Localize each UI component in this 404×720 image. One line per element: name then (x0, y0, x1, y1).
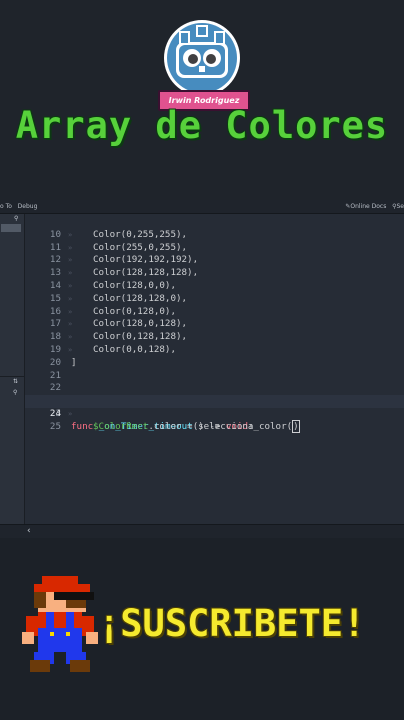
code-line: 10» Color(0,255,255), (49, 228, 188, 240)
godot-logo: Irwin Rodriguez (150, 18, 254, 111)
selected-script-item[interactable] (1, 224, 21, 232)
code-line: 16» Color(0,128,0), (49, 305, 176, 317)
code-line: 17» Color(128,0,128), (49, 318, 188, 330)
chevron-left-icon[interactable]: ‹ (27, 526, 31, 536)
code-line: 22 (49, 382, 61, 394)
mario-pixel-icon (22, 576, 98, 672)
search-help-button[interactable]: Se (397, 203, 404, 210)
code-line: 11» Color(255,0,255), (49, 241, 188, 253)
sort-methods-icon[interactable]: ⇅ (13, 378, 18, 385)
code-editor[interactable]: 10» Color(0,255,255), 11» Color(255,0,255)… (25, 214, 404, 524)
video-title: Array de Colores (15, 104, 389, 147)
debug-menu[interactable]: Debug (18, 203, 38, 210)
panel-divider (0, 376, 24, 377)
filter-scripts-icon[interactable]: ⚲ (14, 215, 18, 222)
subscribe-text: ¡SUSCRIBETE! (98, 602, 366, 645)
code-line: 18» Color(0,128,128), (49, 331, 188, 343)
code-line-current: 24» $ColorRect.color = selecciona_color(… (25, 395, 404, 433)
code-line: 21 (49, 369, 61, 381)
go-to-menu[interactable]: o To (0, 203, 12, 210)
script-list-panel: ⚲ ⇅ ⚲ (0, 214, 25, 524)
code-line: 19» Color(0,0,128), (49, 343, 176, 355)
text-cursor: ) (292, 419, 300, 433)
code-line: 14» Color(128,0,0), (49, 279, 176, 291)
online-docs-button[interactable]: Online Docs (350, 203, 386, 210)
script-editor: o To Debug ✎Online Docs ⚲Se ⚲ ⇅ ⚲ 10» Col… (0, 200, 404, 539)
code-line: 12» Color(192,192,192), (49, 254, 199, 266)
editor-toolbar: o To Debug ✎Online Docs ⚲Se (0, 200, 404, 214)
code-line: 25 (49, 420, 61, 432)
subscribe-footer: ¡SUSCRIBETE! (0, 538, 404, 720)
code-line: 15» Color(128,128,0), (49, 292, 188, 304)
top-banner: Irwin Rodriguez Array de Colores (0, 0, 404, 200)
code-line: 13» Color(128,128,128), (49, 267, 199, 279)
godot-robot-icon (164, 20, 240, 96)
code-line: 20] (49, 356, 77, 368)
editor-status-bar: ‹ (0, 524, 404, 539)
filter-methods-icon[interactable]: ⚲ (13, 389, 17, 396)
code-line: ➜ 23 func _on_Timer_timeout() -> void: (25, 382, 404, 432)
